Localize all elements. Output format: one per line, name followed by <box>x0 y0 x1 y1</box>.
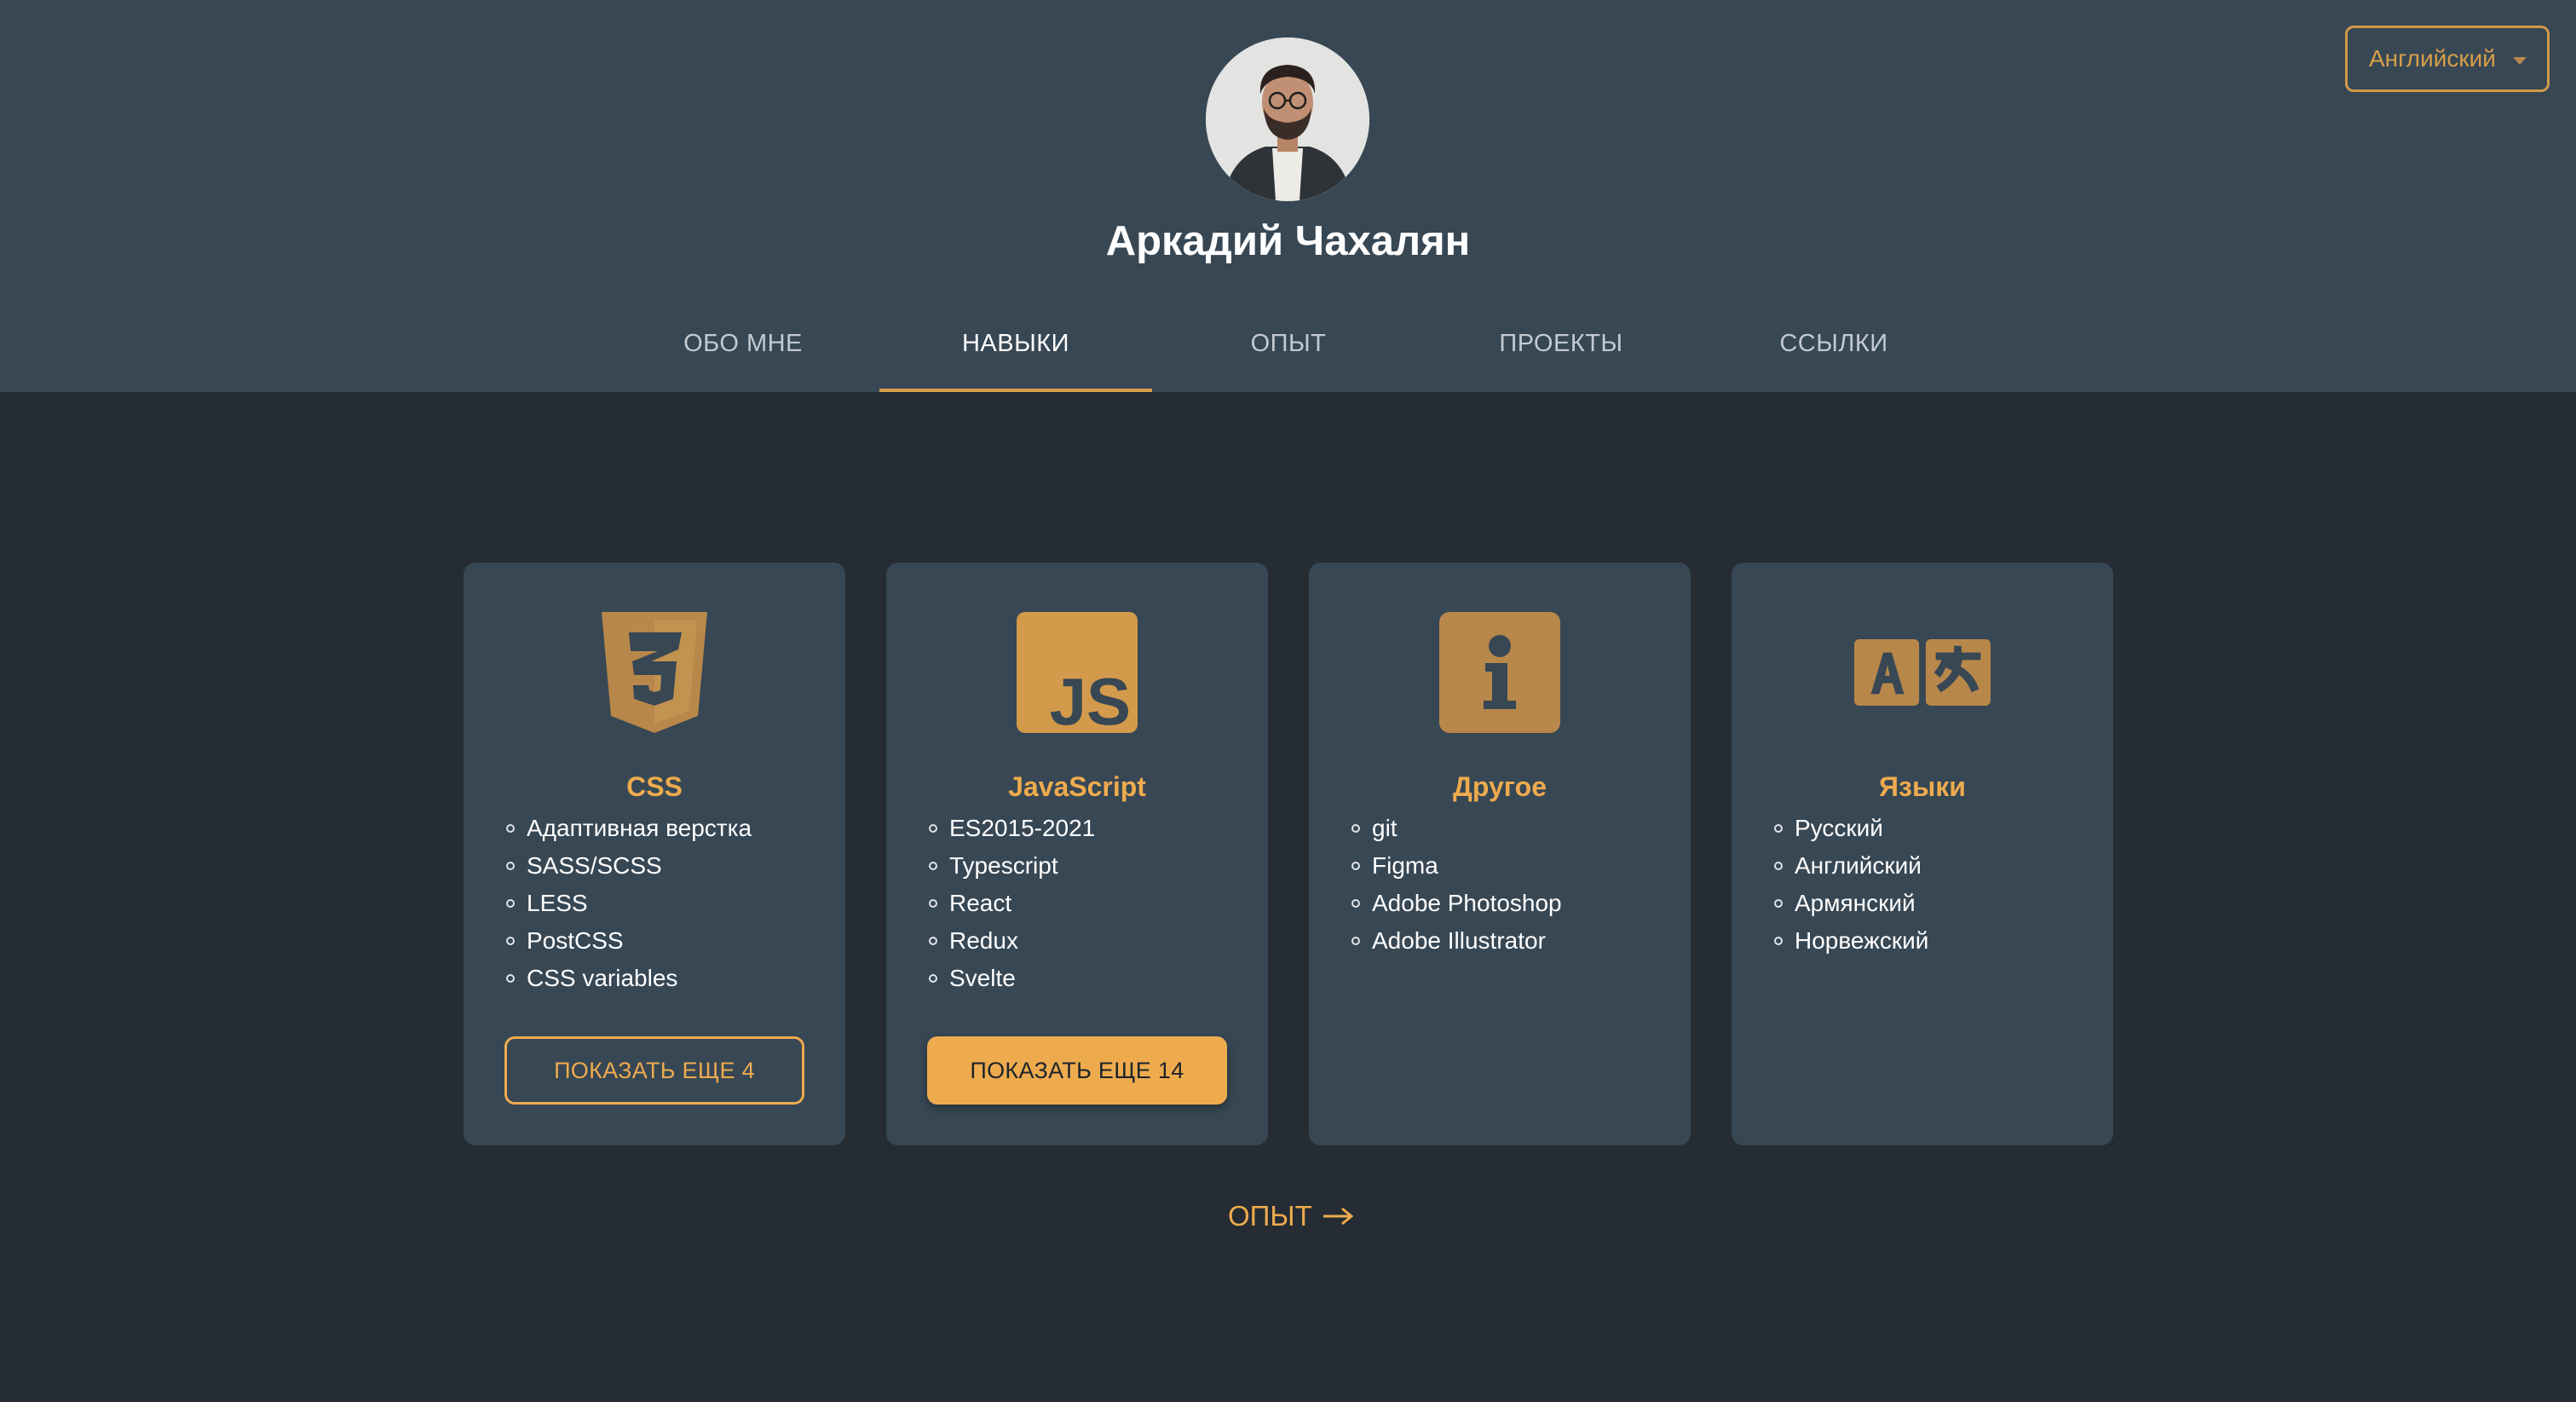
bullet-icon <box>1351 937 1360 945</box>
profile-header: Английский Аркадий Чахалян ОБО МНЕ НАВЫК… <box>0 0 2576 392</box>
list-item-text: Figma <box>1372 852 1438 879</box>
language-select[interactable]: Английский <box>2345 26 2550 92</box>
bullet-icon <box>1774 862 1783 870</box>
bullet-icon <box>1351 862 1360 870</box>
skill-card-languages: Языки Русский Английский Армянский Норве… <box>1732 563 2113 1145</box>
skill-card-other: Другое git Figma Adobe Photoshop Adobe I… <box>1309 563 1691 1145</box>
bullet-icon <box>1351 899 1360 908</box>
tab-projects[interactable]: ПРОЕКТЫ <box>1425 315 1697 392</box>
bullet-icon <box>506 937 515 945</box>
list-item: SASS/SCSS <box>504 847 752 885</box>
list-item: Английский <box>1772 847 1928 885</box>
bullet-icon <box>929 862 937 870</box>
list-item-text: Русский <box>1795 815 1883 841</box>
list-item: LESS <box>504 885 752 922</box>
list-item-text: PostCSS <box>527 927 624 954</box>
skill-list: Адаптивная верстка SASS/SCSS LESS PostCS… <box>504 810 752 997</box>
bullet-icon <box>929 899 937 908</box>
list-item-text: Adobe Illustrator <box>1372 927 1546 954</box>
list-item-text: Английский <box>1795 852 1922 879</box>
list-item: Typescript <box>927 847 1095 885</box>
list-item: ES2015-2021 <box>927 810 1095 847</box>
list-item-text: git <box>1372 815 1397 841</box>
skill-list: ES2015-2021 Typescript React Redux Svelt… <box>927 810 1095 997</box>
card-title: Языки <box>1879 771 1966 802</box>
next-section-label: ОПЫТ <box>1228 1200 1312 1232</box>
list-item: Svelte <box>927 960 1095 997</box>
show-more-button[interactable]: ПОКАЗАТЬ ЕЩЕ 4 <box>504 1036 804 1105</box>
list-item-text: SASS/SCSS <box>527 852 662 879</box>
list-item: CSS variables <box>504 960 752 997</box>
list-item-text: ES2015-2021 <box>949 815 1096 841</box>
next-section-link[interactable]: ОПЫТ <box>1228 1197 1353 1235</box>
list-item-text: Adobe Photoshop <box>1372 890 1562 916</box>
show-more-button[interactable]: ПОКАЗАТЬ ЕЩЕ 14 <box>927 1036 1227 1105</box>
section-tabs: ОБО МНЕ НАВЫКИ ОПЫТ ПРОЕКТЫ ССЫЛКИ <box>0 315 2576 392</box>
bullet-icon <box>506 862 515 870</box>
bullet-icon <box>1774 824 1783 833</box>
chevron-down-icon <box>2513 57 2527 65</box>
list-item: git <box>1350 810 1562 847</box>
arrow-right-icon <box>1323 1207 1353 1226</box>
list-item: Figma <box>1350 847 1562 885</box>
list-item: Армянский <box>1772 885 1928 922</box>
list-item-text: Svelte <box>949 965 1016 991</box>
list-item: Adobe Illustrator <box>1350 922 1562 960</box>
tab-about[interactable]: ОБО МНЕ <box>607 315 879 392</box>
skill-card-css: CSS Адаптивная верстка SASS/SCSS LESS Po… <box>464 563 845 1145</box>
list-item: Русский <box>1772 810 1928 847</box>
bullet-icon <box>929 974 937 983</box>
javascript-icon: JS <box>1009 612 1145 733</box>
translate-icon <box>1854 612 1991 733</box>
list-item: PostCSS <box>504 922 752 960</box>
list-item-text: Адаптивная верстка <box>527 815 752 841</box>
card-title: JavaScript <box>1008 771 1146 802</box>
list-item-text: React <box>949 890 1012 916</box>
list-item-text: Typescript <box>949 852 1058 879</box>
css3-icon <box>586 612 723 733</box>
tab-links[interactable]: ССЫЛКИ <box>1697 315 1970 392</box>
skill-card-javascript: JS JavaScript ES2015-2021 Typescript Rea… <box>886 563 1268 1145</box>
list-item-text: LESS <box>527 890 588 916</box>
bullet-icon <box>1351 824 1360 833</box>
skill-list: git Figma Adobe Photoshop Adobe Illustra… <box>1350 810 1562 960</box>
card-title: CSS <box>626 771 683 802</box>
bullet-icon <box>1774 937 1783 945</box>
profile-name: Аркадий Чахалян <box>1105 218 1471 264</box>
bullet-icon <box>929 937 937 945</box>
tab-experience[interactable]: ОПЫТ <box>1152 315 1425 392</box>
bullet-icon <box>1774 899 1783 908</box>
list-item: React <box>927 885 1095 922</box>
avatar <box>1206 38 1369 201</box>
avatar-photo <box>1206 38 1369 201</box>
list-item: Redux <box>927 922 1095 960</box>
bullet-icon <box>929 824 937 833</box>
svg-text:JS: JS <box>1050 664 1131 733</box>
tab-skills[interactable]: НАВЫКИ <box>879 315 1152 392</box>
bullet-icon <box>506 824 515 833</box>
info-icon <box>1432 612 1568 733</box>
card-title: Другое <box>1453 771 1547 802</box>
language-select-value: Английский <box>2369 45 2496 72</box>
list-item: Норвежский <box>1772 922 1928 960</box>
list-item-text: Redux <box>949 927 1018 954</box>
bullet-icon <box>506 974 515 983</box>
list-item-text: Армянский <box>1795 890 1916 916</box>
list-item-text: CSS variables <box>527 965 678 991</box>
list-item: Adobe Photoshop <box>1350 885 1562 922</box>
bullet-icon <box>506 899 515 908</box>
list-item: Адаптивная верстка <box>504 810 752 847</box>
skill-list: Русский Английский Армянский Норвежский <box>1772 810 1928 960</box>
list-item-text: Норвежский <box>1795 927 1929 954</box>
